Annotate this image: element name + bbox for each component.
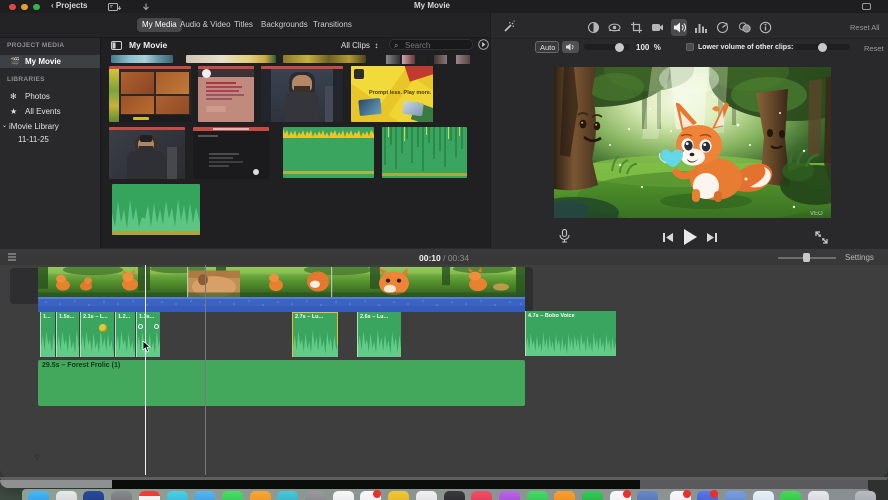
svg-text:VEO: VEO bbox=[810, 211, 823, 217]
